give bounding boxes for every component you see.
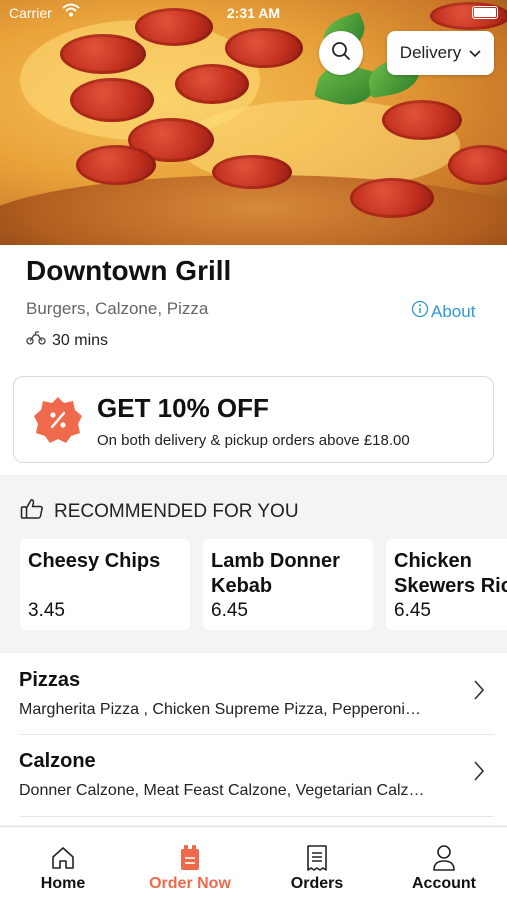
delivery-time-label: 30 mins bbox=[52, 331, 109, 349]
hero-image: Carrier 2:31 AM Delivery bbox=[0, 0, 507, 245]
offer-banner[interactable]: GET 10% OFF On both delivery & pickup or… bbox=[13, 376, 494, 463]
recommended-item-name-line: Lamb Donner bbox=[211, 550, 340, 572]
home-icon bbox=[50, 843, 76, 873]
delivery-time: 30 mins bbox=[26, 331, 108, 350]
pepperoni bbox=[70, 78, 154, 122]
recommended-header: RECOMMENDED FOR YOU bbox=[20, 498, 299, 526]
category-items: Margherita Pizza , Chicken Supreme Pizza… bbox=[19, 701, 421, 718]
tab-label: Home bbox=[40, 875, 86, 892]
recommended-item-price: 3.45 bbox=[28, 600, 65, 621]
chevron-right-icon bbox=[474, 680, 485, 705]
recommended-item-card[interactable]: Cheesy Chips 3.45 bbox=[20, 539, 190, 630]
recommended-item-price: 6.45 bbox=[394, 600, 431, 621]
tab-home[interactable]: Home bbox=[0, 827, 126, 900]
tab-order-now[interactable]: Order Now bbox=[127, 827, 253, 900]
search-icon bbox=[331, 41, 351, 66]
category-row-calzone[interactable]: Calzone Donner Calzone, Meat Feast Calzo… bbox=[0, 734, 507, 814]
recommended-item-name-line: Kebab bbox=[211, 575, 273, 597]
discount-badge-icon bbox=[33, 395, 83, 445]
pepperoni bbox=[212, 155, 292, 189]
status-time: 2:31 AM bbox=[226, 5, 281, 21]
category-title: Pizzas bbox=[19, 669, 81, 691]
status-bar: Carrier 2:31 AM bbox=[0, 0, 507, 28]
pepperoni bbox=[60, 34, 146, 74]
person-icon bbox=[432, 843, 456, 873]
recommended-title: RECOMMENDED FOR YOU bbox=[54, 501, 299, 522]
search-button[interactable] bbox=[319, 31, 363, 75]
delivery-mode-dropdown[interactable]: Delivery bbox=[387, 31, 494, 75]
recommended-item-card[interactable]: Lamb Donner Kebab 6.45 bbox=[203, 539, 373, 630]
category-items: Donner Calzone, Meat Feast Calzone, Vege… bbox=[19, 782, 425, 799]
recommended-item-name-line: Skewers Rice bbox=[394, 575, 507, 597]
pepperoni bbox=[448, 145, 507, 185]
pepperoni bbox=[350, 178, 434, 218]
divider bbox=[19, 816, 494, 817]
battery-icon bbox=[472, 6, 498, 19]
order-bag-icon bbox=[179, 843, 201, 873]
category-row-pizzas[interactable]: Pizzas Margherita Pizza , Chicken Suprem… bbox=[0, 653, 507, 733]
recommended-item-name-line: Chicken bbox=[394, 550, 472, 572]
scooter-icon bbox=[26, 331, 46, 350]
recommended-item-price: 6.45 bbox=[211, 600, 248, 621]
pepperoni bbox=[225, 28, 303, 68]
offer-subtitle: On both delivery & pickup orders above £… bbox=[97, 432, 410, 449]
restaurant-info: Downtown Grill Burgers, Calzone, Pizza A… bbox=[0, 245, 507, 475]
recommended-item-card[interactable]: Chicken Skewers Rice 6.45 bbox=[386, 539, 507, 630]
chevron-right-icon bbox=[474, 761, 485, 786]
info-icon bbox=[411, 300, 429, 323]
tab-orders[interactable]: Orders bbox=[254, 827, 380, 900]
tab-account[interactable]: Account bbox=[381, 827, 507, 900]
about-link[interactable]: About bbox=[411, 300, 475, 323]
tab-label: Order Now bbox=[149, 875, 231, 892]
about-label: About bbox=[431, 301, 476, 321]
pepperoni bbox=[175, 64, 249, 104]
chevron-down-icon bbox=[469, 43, 481, 63]
pepperoni bbox=[382, 100, 462, 140]
thumbs-up-icon bbox=[20, 498, 44, 526]
receipt-icon bbox=[305, 843, 329, 873]
pepperoni bbox=[76, 145, 156, 185]
delivery-mode-label: Delivery bbox=[399, 43, 462, 62]
offer-title: GET 10% OFF bbox=[97, 393, 269, 423]
recommended-item-name: Lamb Donner Kebab bbox=[211, 549, 340, 599]
menu-categories: Pizzas Margherita Pizza , Chicken Suprem… bbox=[0, 653, 507, 825]
recommended-item-name: Chicken Skewers Rice bbox=[394, 549, 507, 599]
restaurant-name: Downtown Grill bbox=[26, 255, 232, 286]
restaurant-cuisines: Burgers, Calzone, Pizza bbox=[26, 299, 209, 318]
recommended-item-name: Cheesy Chips bbox=[28, 550, 161, 572]
category-title: Calzone bbox=[19, 750, 96, 772]
tab-label: Orders bbox=[290, 875, 344, 892]
tab-label: Account bbox=[412, 875, 476, 892]
tab-bar: Home Order Now Orders Account bbox=[0, 826, 507, 900]
